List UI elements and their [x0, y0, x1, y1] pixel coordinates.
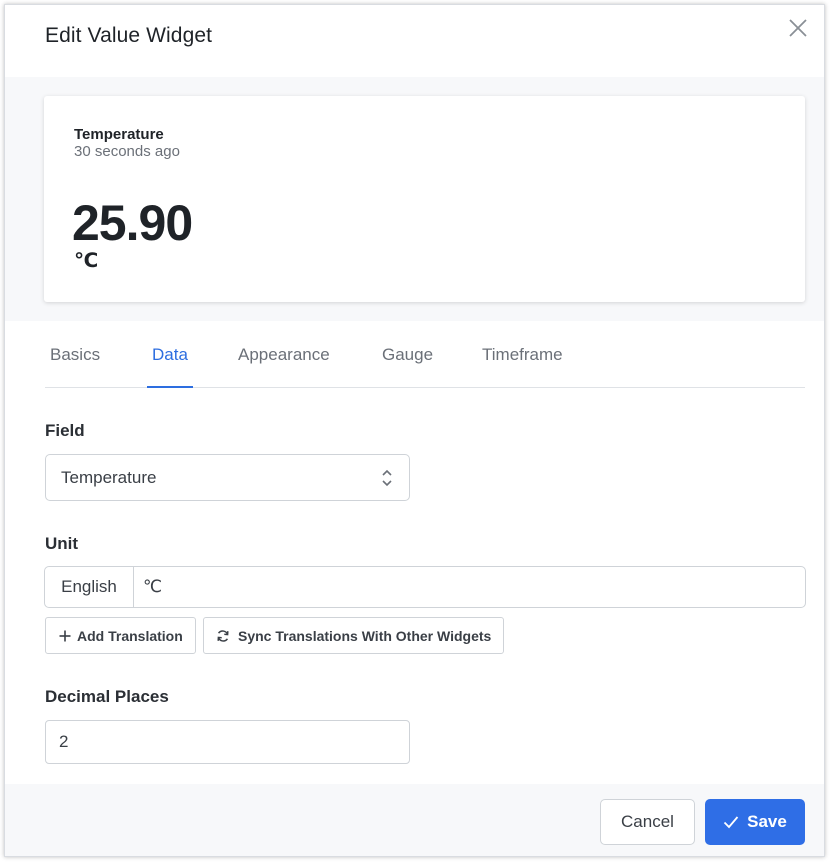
add-translation-button[interactable]: Add Translation [45, 617, 196, 654]
plus-icon [59, 630, 71, 641]
unit-language-addon: English [45, 567, 134, 607]
decimal-places-label: Decimal Places [45, 687, 169, 706]
preview-unit: ℃ [74, 250, 99, 272]
add-translation-label: Add Translation [77, 627, 183, 644]
tab-data[interactable]: Data [147, 321, 193, 388]
unit-input-group: English [44, 566, 806, 608]
settings-tabs: Basics Data Appearance Gauge Timeframe [45, 321, 805, 388]
field-label: Field [45, 421, 85, 440]
dialog-header: Edit Value Widget [5, 5, 824, 77]
tab-basics[interactable]: Basics [45, 321, 105, 388]
preview-label: Temperature [74, 126, 164, 143]
tab-gauge[interactable]: Gauge [377, 321, 438, 388]
widget-preview-area: Temperature 30 seconds ago 25.90 ℃ [5, 77, 824, 321]
dialog-title: Edit Value Widget [45, 24, 213, 47]
edit-widget-dialog: Edit Value Widget Temperature 30 seconds… [4, 4, 825, 857]
unit-label: Unit [45, 534, 79, 553]
close-button[interactable] [786, 16, 810, 40]
tab-appearance[interactable]: Appearance [233, 321, 335, 388]
preview-value: 25.90 [72, 195, 193, 251]
preview-timestamp: 30 seconds ago [74, 143, 180, 160]
tab-timeframe[interactable]: Timeframe [477, 321, 568, 388]
check-icon [724, 816, 739, 829]
widget-preview-card: Temperature 30 seconds ago 25.90 ℃ [44, 96, 805, 302]
sync-translations-label: Sync Translations With Other Widgets [238, 627, 492, 644]
dialog-footer: Cancel Save [5, 784, 824, 856]
unit-input[interactable] [135, 567, 805, 607]
save-button-label: Save [747, 812, 787, 831]
save-button[interactable]: Save [705, 799, 805, 845]
chevron-up-down-icon [382, 469, 392, 487]
close-icon [789, 19, 807, 37]
field-select-value: Temperature [61, 468, 157, 487]
decimal-places-input[interactable] [45, 720, 410, 764]
cancel-button[interactable]: Cancel [600, 799, 695, 845]
sync-icon [217, 629, 229, 642]
field-select[interactable]: Temperature [45, 454, 410, 501]
sync-translations-button[interactable]: Sync Translations With Other Widgets [203, 617, 505, 654]
